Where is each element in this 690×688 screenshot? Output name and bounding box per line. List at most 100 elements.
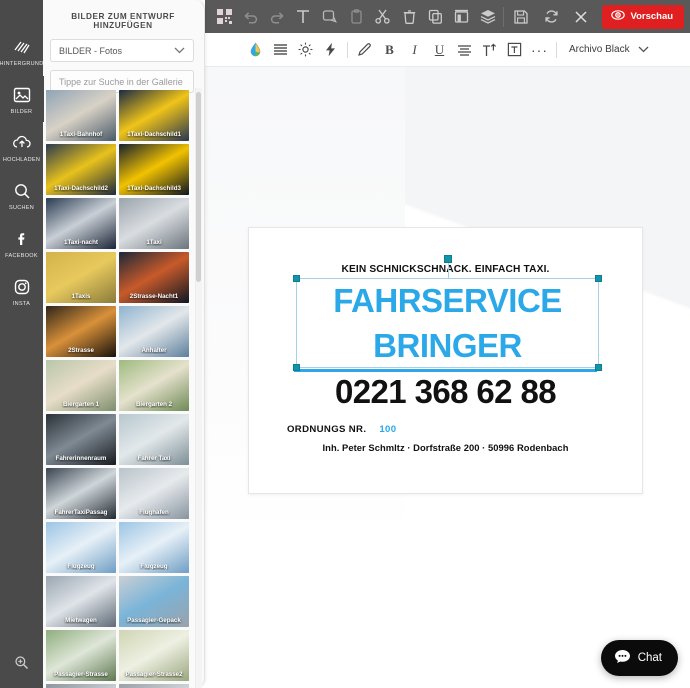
gallery-thumbnail[interactable]: Mietwagen	[46, 576, 116, 627]
qr-code-icon[interactable]	[211, 0, 237, 33]
gallery-thumbnail[interactable]: 1Taxi-Dachschild2	[46, 144, 116, 195]
gallery-thumbnail[interactable]: Regen-Taxi	[46, 684, 116, 688]
gallery-thumbnail[interactable]: Passagier-Gepack	[119, 576, 189, 627]
gallery-scrollbar-thumb[interactable]	[196, 92, 201, 282]
save-icon[interactable]	[506, 0, 536, 33]
thumbnail-label: 1Taxi-Dachschild3	[127, 185, 181, 192]
gallery-thumbnail[interactable]: 1Taxi	[119, 198, 189, 249]
thumbnail-label: Biergarten 2	[135, 401, 173, 408]
more-options-icon[interactable]: ···	[527, 33, 552, 67]
bold-icon[interactable]: B	[377, 33, 402, 67]
card-tagline[interactable]: KEIN SCHNICKSCHNACK. EINFACH TAXI.	[249, 264, 642, 275]
gallery-thumbnail[interactable]: Anhalter	[119, 306, 189, 357]
brightness-icon[interactable]	[293, 33, 318, 67]
sidebar-item-label: SUCHEN	[8, 204, 35, 211]
delete-icon[interactable]	[396, 0, 422, 33]
effects-icon[interactable]	[318, 33, 343, 67]
text-icon[interactable]	[290, 0, 316, 33]
sidebar-item-hintergrund[interactable]: HINTERGRUND	[0, 28, 43, 74]
text-box-icon[interactable]	[502, 33, 527, 67]
card-phone-number[interactable]: 0221 368 62 88	[249, 373, 642, 411]
shape-icon[interactable]	[317, 0, 343, 33]
gallery-thumbnail[interactable]: 1Taxi-Bahnhof	[46, 90, 116, 141]
preview-button[interactable]: Vorschau	[602, 4, 685, 29]
gallery-thumbnail[interactable]: Fahrerinnenraum	[46, 414, 116, 465]
chevron-down-icon[interactable]	[638, 45, 649, 55]
color-drop-icon[interactable]	[243, 33, 268, 67]
text-align-icon[interactable]	[452, 33, 477, 67]
gallery-thumbnail[interactable]: Biergarten 2	[119, 360, 189, 411]
font-family-select[interactable]: Archivo Black	[569, 44, 630, 55]
chat-widget-button[interactable]: Chat	[600, 640, 678, 676]
gallery-thumbnail[interactable]: FahrerTaxiPassag	[46, 468, 116, 519]
gallery-thumbnail[interactable]: Biergarten 1	[46, 360, 116, 411]
thumbnail-grid: 1Taxi-Bahnhof 1Taxi-Dachschild1 1Taxi-Dach…	[46, 90, 197, 688]
gallery-thumbnail[interactable]: Regen-Strasse	[119, 684, 189, 688]
canvas-area[interactable]: KEIN SCHNICKSCHNACK. EINFACH TAXI. FAHRS…	[205, 67, 690, 688]
thumbnail-label: 1Taxi	[146, 239, 162, 246]
gallery-thumbnail[interactable]: 1Taxi-Dachschild3	[119, 144, 189, 195]
gallery-thumbnail[interactable]: Flughafen	[119, 468, 189, 519]
gallery-thumbnail[interactable]: Passagier-Strasse	[46, 630, 116, 681]
gallery-thumbnail[interactable]: 2Strasse	[46, 306, 116, 357]
thumbnail-label: 1Taxi-Bahnhof	[59, 131, 103, 138]
thumbnail-label: 1Taxi-nacht	[64, 239, 98, 246]
sidebar-item-insta[interactable]: INSTA	[0, 268, 43, 314]
thumbnail-label: 1Taxis	[71, 293, 91, 300]
thumbnail-image	[46, 684, 116, 688]
redo-icon[interactable]	[264, 0, 290, 33]
copy-icon[interactable]	[422, 0, 448, 33]
rotate-handle[interactable]	[443, 255, 452, 263]
thumbnail-label: Flugzeug	[67, 563, 95, 570]
thumbnail-label: FahrerTaxiPassag	[54, 509, 108, 516]
gallery-thumbnail[interactable]: 2Strasse-Nacht1	[119, 252, 189, 303]
paste-icon[interactable]	[343, 0, 369, 33]
sidebar-item-hochladen[interactable]: HOCHLADEN	[0, 124, 43, 170]
upload-icon	[11, 132, 33, 154]
sidebar-item-facebook[interactable]: FACEBOOK	[0, 220, 43, 266]
thumbnail-label: Fahrerinnenraum	[55, 455, 107, 462]
pen-icon[interactable]	[352, 33, 377, 67]
thumbnail-label: Flughafen	[139, 509, 169, 516]
gallery-thumbnail[interactable]: Passagier-Strasse2	[119, 630, 189, 681]
thumbnail-label: Flugzeug	[140, 563, 168, 570]
card-ordnungs-nr[interactable]: ORDNUNGS NR. 100	[287, 424, 396, 435]
card-headline-line2: BRINGER	[373, 327, 522, 364]
cut-icon[interactable]	[369, 0, 395, 33]
gallery-thumbnail[interactable]: 1Taxi-Dachschild1	[119, 90, 189, 141]
gallery-panel: BILDER ZUM ENTWURF HINZUFÜGEN BILDER - F…	[38, 0, 205, 688]
chat-bubble-icon	[614, 649, 631, 667]
gallery-thumbnail[interactable]: Fahrer Taxi	[119, 414, 189, 465]
underline-icon[interactable]: U	[427, 33, 452, 67]
undo-icon[interactable]	[237, 0, 263, 33]
gallery-thumbnail[interactable]: 1Taxi-nacht	[46, 198, 116, 249]
gallery-thumbnail[interactable]: 1Taxis	[46, 252, 116, 303]
italic-icon[interactable]: I	[402, 33, 427, 67]
sidebar-item-suchen[interactable]: SUCHEN	[0, 172, 43, 218]
align-icon[interactable]	[449, 0, 475, 33]
font-size-icon[interactable]	[477, 33, 502, 67]
magnifier-icon	[13, 654, 30, 676]
top-toolbar: Vorschau	[205, 0, 690, 33]
chevron-down-icon	[174, 46, 185, 56]
gallery-thumbnail[interactable]: Flugzeug	[119, 522, 189, 573]
zoom-tool-button[interactable]	[0, 654, 43, 676]
category-select[interactable]: BILDER - Fotos	[50, 39, 194, 62]
sidebar-item-label: BILDER	[10, 108, 33, 115]
thumbnail-label: 2Strasse	[68, 347, 94, 354]
close-icon[interactable]	[566, 0, 596, 33]
line-spacing-icon[interactable]	[268, 33, 293, 67]
card-imprint[interactable]: Inh. Peter Schmltz · Dorfstraße 200 · 50…	[249, 442, 642, 453]
preview-button-label: Vorschau	[630, 11, 674, 22]
card-headline-line1: FAHRSERVICE	[333, 282, 562, 319]
design-card[interactable]: KEIN SCHNICKSCHNACK. EINFACH TAXI. FAHRS…	[248, 227, 643, 494]
sidebar-item-bilder[interactable]: BILDER	[0, 76, 44, 122]
thumbnail-label: 1Taxi-Dachschild2	[54, 185, 108, 192]
gallery-thumbnail[interactable]: Flugzeug	[46, 522, 116, 573]
card-headline-block[interactable]: FAHRSERVICE BRINGER	[296, 278, 599, 368]
layers-icon[interactable]	[475, 0, 501, 33]
gallery-search-placeholder: Tippe zur Suche in der Gallerie	[59, 76, 183, 87]
ordnungs-number: 100	[379, 424, 397, 435]
thumbnail-scroll-area[interactable]: 1Taxi-Bahnhof 1Taxi-Dachschild1 1Taxi-Dach…	[46, 90, 197, 688]
refresh-icon[interactable]	[536, 0, 566, 33]
